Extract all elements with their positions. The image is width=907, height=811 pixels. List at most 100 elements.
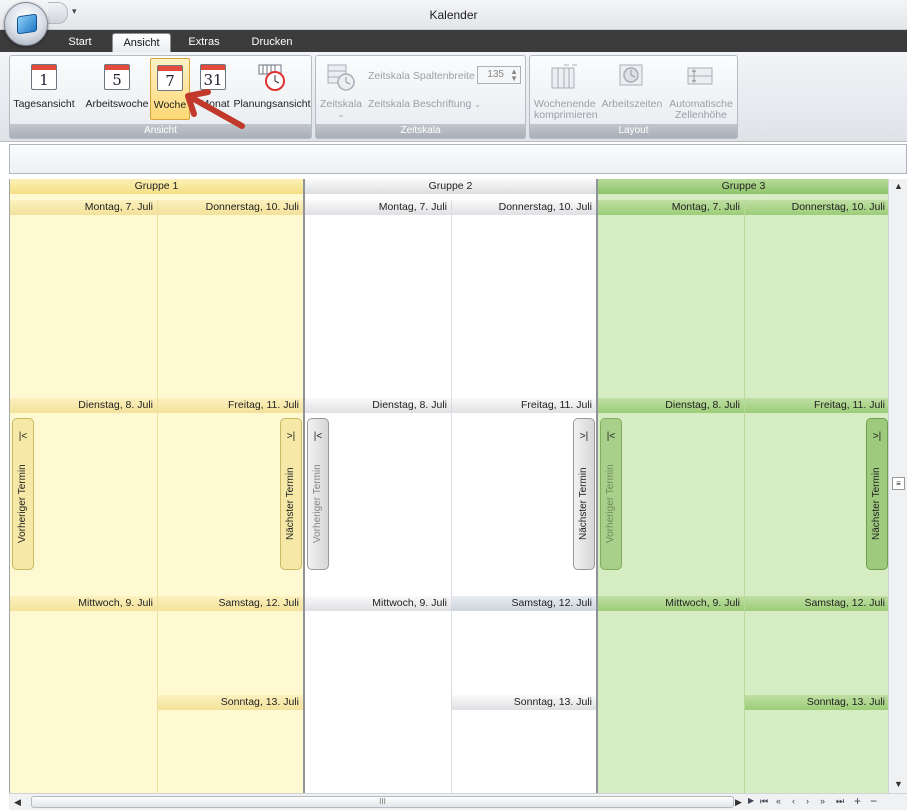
scroll-up-icon[interactable]: ▲ [894,181,903,191]
day-header-tuesday: Dienstag, 8. Juli [10,398,157,413]
next-page-icon[interactable]: » [820,796,825,806]
day-header-monday: Montag, 7. Juli [598,200,744,215]
day-header-friday: Freitag, 11. Juli [157,398,303,413]
day-divider [451,200,452,793]
first-icon[interactable]: ⏮ [760,796,768,807]
navigator-right-icon[interactable]: ▶ [748,796,754,805]
tagesansicht-button[interactable]: 1 Tagesansicht [12,58,76,120]
window-title: Kalender [429,8,478,22]
wochenende-komprimieren-button[interactable]: Wochenende komprimieren [532,58,598,121]
last-icon[interactable]: ⏭ [836,796,844,807]
scroll-right-icon[interactable]: ▶ [735,797,742,808]
go-first-icon: |< [313,431,323,442]
day-divider [744,200,745,793]
zeitskala-button[interactable]: Zeitskala ⌄ [318,58,364,120]
list-icon[interactable]: ≡ [892,477,905,490]
spaltenbreite-spinner[interactable]: 135 ▲ ▼ [477,66,521,84]
compress-columns-icon [551,64,577,89]
tab-ansicht[interactable]: Ansicht [112,33,171,52]
go-last-icon: >| [579,431,589,442]
ribbon-group-layout: Wochenende komprimieren Arbeitszeiten Au… [529,55,738,139]
arbeitszeiten-button[interactable]: Arbeitszeiten [600,58,664,120]
day-header-wednesday: Mittwoch, 9. Juli [598,596,744,611]
previous-page-icon[interactable]: « [776,796,781,806]
horizontal-scroll-thumb[interactable]: III [31,796,734,808]
title-bar: Kalender [0,0,907,30]
automatische-zellenhoehe-button[interactable]: Automatische Zellenhöhe [668,58,734,121]
day-header-thursday: Donnerstag, 10. Juli [157,200,303,215]
next-appointment-button[interactable]: >| Nächster Termin [866,418,888,570]
day-header-thursday: Donnerstag, 10. Juli [451,200,596,215]
remove-icon[interactable]: − [870,794,877,808]
calendar-workweek-icon: 5 [104,64,130,90]
go-first-icon: |< [606,431,616,442]
previous-appointment-button[interactable]: |< Vorheriger Termin [600,418,622,570]
day-header-saturday: Samstag, 12. Juli [744,596,888,611]
ribbon-group-ansicht: 1 Tagesansicht 5 Arbeitswoche 7 Woche 31… [9,55,312,139]
go-last-icon: >| [872,431,882,442]
add-icon[interactable]: + [854,794,861,808]
day-header-tuesday: Dienstag, 8. Juli [598,398,744,413]
ribbon-group-zeitskala: Zeitskala ⌄ Zeitskala Spaltenbreite 135 … [315,55,526,139]
spaltenbreite-label: Zeitskala Spaltenbreite [368,70,475,82]
timeline-clock-icon [258,64,285,91]
day-header-sunday: Sonntag, 13. Juli [157,695,303,710]
app-cube-icon [17,13,37,35]
next-appointment-button[interactable]: >| Nächster Termin [573,418,595,570]
annotation-arrow-icon [185,89,245,129]
quick-access-toolbar [48,2,68,24]
day-header-thursday: Donnerstag, 10. Juli [744,200,888,215]
group-header: Gruppe 2 [305,179,596,194]
calendar-day-icon: 1 [31,64,57,90]
previous-appointment-button[interactable]: |< Vorheriger Termin [307,418,329,570]
ribbon-group-layout-caption: Layout [530,124,737,138]
timescale-clock-icon [327,64,355,91]
previous-icon[interactable]: ‹ [792,796,795,806]
day-header-friday: Freitag, 11. Juli [744,398,888,413]
day-header-saturday: Samstag, 12. Juli [451,596,596,611]
ribbon-tab-bar: Start Ansicht Extras Drucken [0,30,907,52]
group-column-3: Gruppe 3 Montag, 7. Juli Donnerstag, 10.… [598,179,888,793]
day-divider [157,200,158,793]
day-header-saturday: Samstag, 12. Juli [157,596,303,611]
go-last-icon: >| [286,431,296,442]
horizontal-scrollbar[interactable]: ◀ III ▶ [9,793,744,810]
day-header-tuesday: Dienstag, 8. Juli [305,398,451,413]
quick-access-dropdown-icon[interactable]: ▾ [72,6,77,17]
work-hours-icon [619,64,643,86]
day-header-monday: Montag, 7. Juli [305,200,451,215]
next-appointment-button[interactable]: >| Nächster Termin [280,418,302,570]
next-icon[interactable]: › [806,796,809,806]
previous-appointment-button[interactable]: |< Vorheriger Termin [12,418,34,570]
date-navigator: ▶ ⏮ « ‹ › » ⏭ + − [744,793,907,810]
go-first-icon: |< [18,431,28,442]
group-column-2: Gruppe 2 Montag, 7. Juli Donnerstag, 10.… [305,179,596,793]
tab-extras[interactable]: Extras [180,33,228,52]
application-menu-button[interactable] [4,2,48,46]
group-header: Gruppe 3 [598,179,888,194]
ribbon-group-zeitskala-caption: Zeitskala [316,124,525,138]
arbeitswoche-button[interactable]: 5 Arbeitswoche [84,58,150,120]
scroll-down-icon[interactable]: ▼ [894,779,903,789]
zeitskala-dropdown-icon: ⌄ [337,110,345,119]
group-header: Gruppe 1 [10,179,303,194]
day-header-sunday: Sonntag, 13. Juli [744,695,888,710]
day-header-wednesday: Mittwoch, 9. Juli [305,596,451,611]
beschriftung-dropdown[interactable]: Zeitskala Beschriftung ⌄ [368,98,481,110]
day-header-monday: Montag, 7. Juli [10,200,157,215]
tab-drucken[interactable]: Drucken [244,33,300,52]
ribbon: 1 Tagesansicht 5 Arbeitswoche 7 Woche 31… [0,52,907,142]
day-header-sunday: Sonntag, 13. Juli [451,695,596,710]
chevron-down-icon: ⌄ [474,100,481,109]
tab-start[interactable]: Start [60,33,100,52]
scheduler-week-view: Gruppe 1 Montag, 7. Juli Donnerstag, 10.… [9,179,888,793]
cell-height-icon [687,67,713,85]
vertical-scrollbar[interactable]: ▲ ≡ ▼ [888,179,907,793]
ribbon-group-ansicht-caption: Ansicht [10,124,311,138]
resource-header-strip [9,144,907,174]
day-header-friday: Freitag, 11. Juli [451,398,596,413]
spin-down-icon[interactable]: ▼ [510,75,518,83]
group-column-1: Gruppe 1 Montag, 7. Juli Donnerstag, 10.… [10,179,303,793]
day-header-wednesday: Mittwoch, 9. Juli [10,596,157,611]
scroll-left-icon[interactable]: ◀ [14,797,21,808]
